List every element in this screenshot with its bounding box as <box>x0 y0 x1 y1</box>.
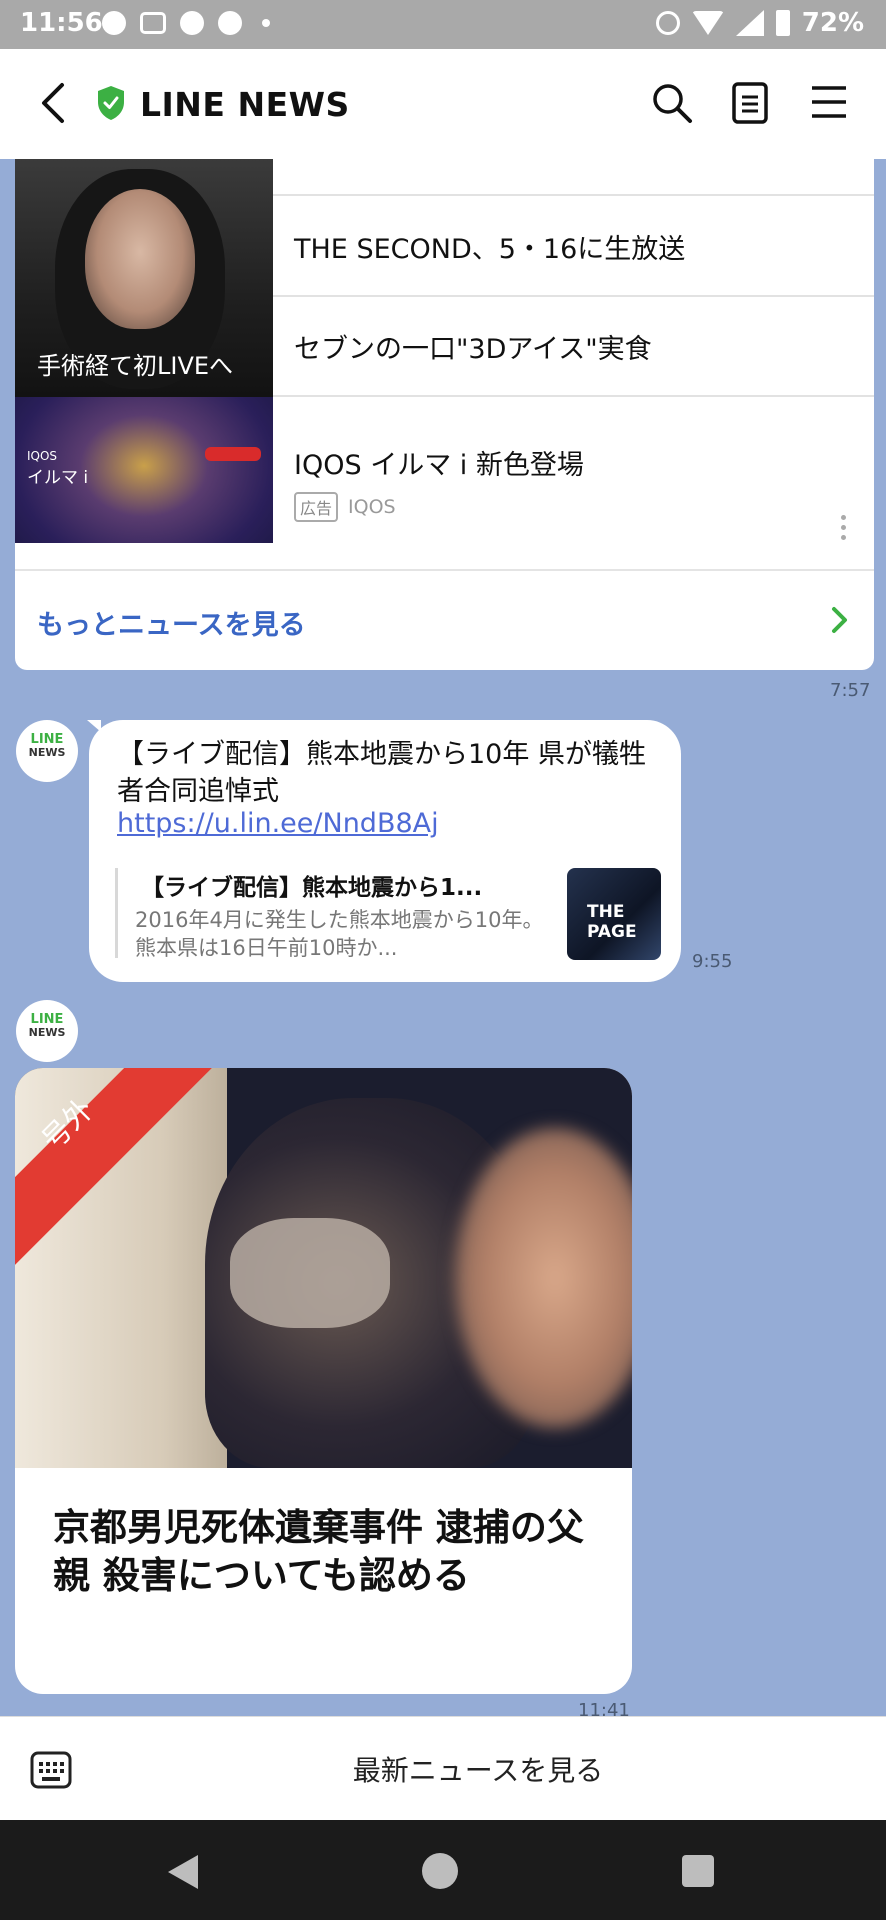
status-bar: 11:56 72% <box>0 0 886 49</box>
photo-face <box>85 189 195 329</box>
ad-fine-print <box>15 543 273 569</box>
system-nav-bar <box>0 1820 886 1920</box>
link-preview[interactable]: 【ライブ配信】熊本地震から1... 2016年4月に発生した熊本地震から10年。… <box>115 868 661 960</box>
status-time: 11:56 <box>20 8 103 38</box>
avatar-line1: LINE <box>30 732 64 747</box>
notification-icons <box>102 11 270 35</box>
message-text: 【ライブ配信】熊本地震から10年 県が犠牲者合同追悼式 <box>117 739 646 807</box>
nav-back-icon[interactable] <box>168 1855 198 1889</box>
facebook-icon <box>180 11 204 35</box>
breaking-news-photo: 号外 <box>15 1068 632 1468</box>
hamburger-menu-icon[interactable] <box>810 83 848 121</box>
wifi-icon <box>691 11 724 35</box>
battery-icon <box>775 10 790 36</box>
photo-mask <box>230 1218 390 1328</box>
ad-image-tag <box>205 447 261 461</box>
more-news-button[interactable]: もっとニュースを見る <box>15 569 874 670</box>
signal-icon <box>735 10 764 36</box>
row-divider <box>273 395 874 397</box>
ad-image-brand: IQOS <box>27 449 58 463</box>
ad-meta: 広告 IQOS <box>294 492 396 522</box>
news-digest-card: 手術経て初LIVEへ THE SECOND、5・16に生放送 セブンの一口"3D… <box>15 159 874 670</box>
article-list-icon[interactable] <box>730 81 770 125</box>
preview-title: 【ライブ配信】熊本地震から1... <box>141 875 483 901</box>
app-header: LINE NEWS <box>0 49 886 159</box>
alarm-icon <box>655 11 680 35</box>
message-bubble[interactable]: 【ライブ配信】熊本地震から10年 県が犠牲者合同追悼式 https://u.li… <box>89 720 681 982</box>
breaking-news-title: 京都男児死体遺棄事件 逮捕の父親 殺害についても認める <box>53 1506 584 1597</box>
preview-description: 2016年4月に発生した熊本地震から10年。熊本県は16日午前10時か... <box>135 908 544 960</box>
bottom-bar: 最新ニュースを見る <box>0 1716 886 1820</box>
more-options-icon[interactable] <box>841 515 847 541</box>
headline-2[interactable]: セブンの一口"3Dアイス"実食 <box>294 327 652 366</box>
row-divider <box>273 194 874 196</box>
ad-image-product: イルマ i <box>27 468 89 488</box>
news-photo[interactable]: 手術経て初LIVEへ <box>15 159 273 397</box>
battery-percent: 72% <box>801 8 864 38</box>
chevron-right-icon <box>832 607 847 633</box>
chrome-icon <box>218 11 242 35</box>
ad-headline[interactable]: IQOS イルマ i 新色登場 <box>294 443 584 482</box>
timestamp: 7:57 <box>830 680 871 701</box>
more-news-label: もっとニュースを見る <box>37 610 306 641</box>
facebook-icon <box>102 11 126 35</box>
photo-caption: 手術経て初LIVEへ <box>37 352 234 380</box>
line-news-avatar[interactable]: LINE NEWS <box>16 720 78 782</box>
breaking-news-card[interactable]: 号外 京都男児死体遺棄事件 逮捕の父親 殺害についても認める <box>15 1068 632 1694</box>
preview-thumb-text: THE PAGE <box>587 902 637 942</box>
avatar-line2: NEWS <box>28 1026 66 1039</box>
system-icons: 72% <box>655 8 864 38</box>
timestamp: 9:55 <box>692 951 733 972</box>
avatar-line1: LINE <box>30 1012 64 1027</box>
nav-recents-icon[interactable] <box>682 1855 714 1887</box>
latest-news-button[interactable]: 最新ニュースを見る <box>0 1749 886 1789</box>
more-notifications-icon <box>262 19 270 27</box>
search-icon[interactable] <box>650 81 694 125</box>
avatar-line2: NEWS <box>28 746 66 759</box>
nav-home-icon[interactable] <box>422 1853 458 1889</box>
ad-sponsor: IQOS <box>348 496 396 518</box>
line-news-avatar[interactable]: LINE NEWS <box>16 1000 78 1062</box>
preview-thumbnail: THE PAGE <box>567 868 661 960</box>
headline-1[interactable]: THE SECOND、5・16に生放送 <box>294 227 685 266</box>
verified-shield-icon <box>98 86 124 120</box>
back-arrow-icon[interactable] <box>34 77 74 129</box>
messenger-icon <box>140 12 166 34</box>
row-divider <box>273 295 874 297</box>
message-link[interactable]: https://u.lin.ee/NndB8Aj <box>117 808 439 839</box>
app-title: LINE NEWS <box>140 85 350 124</box>
ad-badge: 広告 <box>294 492 339 522</box>
ad-image[interactable]: IQOS イルマ i <box>15 397 273 569</box>
preview-bar <box>115 868 118 958</box>
